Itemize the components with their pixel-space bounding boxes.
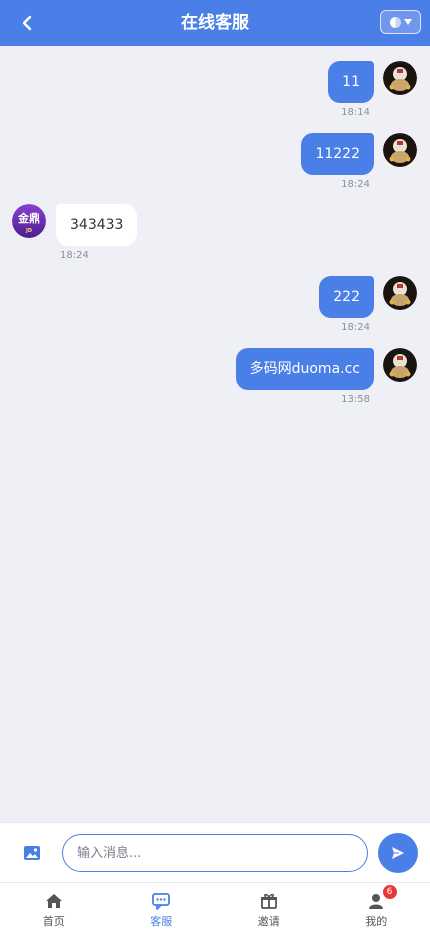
message-time: 18:14 xyxy=(341,107,370,118)
notification-badge: 6 xyxy=(382,885,397,899)
tab-support[interactable]: 客服 xyxy=(108,883,216,932)
user-avatar[interactable] xyxy=(383,61,417,95)
message-bubble[interactable]: 343433 xyxy=(56,204,138,246)
chat-icon xyxy=(151,891,171,911)
message-bubble[interactable]: 222 xyxy=(319,276,374,318)
tab-profile[interactable]: 我的 6 xyxy=(323,883,430,932)
tab-invite[interactable]: 邀请 xyxy=(215,883,323,932)
message-time: 18:24 xyxy=(341,322,370,333)
image-icon xyxy=(24,846,40,860)
home-icon xyxy=(44,891,64,911)
user-avatar[interactable] xyxy=(383,348,417,382)
message-time: 18:24 xyxy=(60,250,89,261)
tab-home[interactable]: 首页 xyxy=(0,883,108,932)
tab-label: 客服 xyxy=(150,915,173,928)
bottom-tab-bar: 首页 客服 邀请 我的 6 xyxy=(0,882,430,932)
caret-down-icon xyxy=(403,19,412,25)
tab-label: 首页 xyxy=(42,915,65,928)
send-icon xyxy=(392,847,404,859)
message-bubble[interactable]: 11222 xyxy=(301,133,374,175)
theme-toggle-button[interactable] xyxy=(380,10,421,34)
agent-avatar-text: 金鼎 xyxy=(17,211,40,225)
agent-avatar-subtext: JD xyxy=(25,228,32,234)
send-button[interactable] xyxy=(378,833,418,873)
message-time: 18:24 xyxy=(341,179,370,190)
composer-bar xyxy=(0,822,430,882)
tab-label: 邀请 xyxy=(257,915,280,928)
message-bubble[interactable]: 11 xyxy=(328,61,374,103)
upload-image-button[interactable] xyxy=(20,841,44,865)
user-avatar[interactable] xyxy=(383,133,417,167)
message-time: 13:58 xyxy=(341,394,370,405)
message-bubble[interactable]: 多码网duoma.cc xyxy=(235,348,374,390)
chat-area[interactable]: 11 18:14 11222 18:24 金鼎 JD 343433 18:24 … xyxy=(0,46,430,822)
gift-icon xyxy=(259,891,279,911)
agent-avatar[interactable]: 金鼎 JD xyxy=(12,204,46,238)
user-avatar[interactable] xyxy=(383,276,417,310)
page-title: 在线客服 xyxy=(181,13,249,33)
app-header: 在线客服 xyxy=(0,0,430,46)
half-moon-icon xyxy=(389,16,401,28)
message-input[interactable] xyxy=(62,834,368,872)
tab-label: 我的 xyxy=(365,915,388,928)
